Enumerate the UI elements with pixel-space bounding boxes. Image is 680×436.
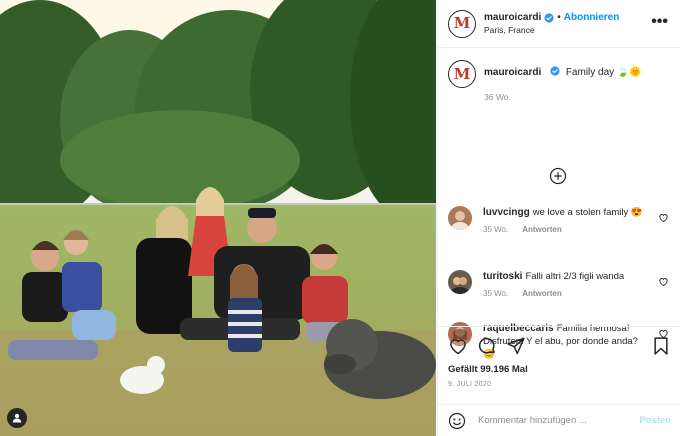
family-photo bbox=[0, 0, 436, 436]
post-side-panel: M mauroicardi • Abonnieren Paris, France… bbox=[437, 0, 680, 436]
comment-heart-icon[interactable] bbox=[658, 276, 669, 287]
comment-icon[interactable] bbox=[477, 336, 497, 356]
likes-count[interactable]: Gefällt 99.196 Mal bbox=[448, 364, 671, 375]
comment-body: turitoski Falli altri 2/3 figli wanda 35 … bbox=[483, 270, 643, 298]
comment-item: turitoski Falli altri 2/3 figli wanda 35 … bbox=[448, 270, 671, 298]
verified-badge-icon bbox=[544, 12, 554, 23]
comment-body: luvvcingg we love a stolen family 😍 35 Wo… bbox=[483, 206, 643, 234]
caption-username[interactable]: mauroicardi bbox=[484, 67, 541, 78]
post-date: 9. JULI 2020 bbox=[448, 381, 492, 388]
comment-text-line: turitoski Falli altri 2/3 figli wanda bbox=[483, 270, 643, 283]
follow-button[interactable]: Abonnieren bbox=[564, 12, 620, 23]
comment-username[interactable]: turitoski bbox=[483, 271, 522, 282]
add-comment-bar: Posten bbox=[438, 404, 680, 436]
action-row bbox=[448, 335, 671, 357]
caption-body: mauroicardi Family day 🍃🌞 36 Wo. bbox=[484, 60, 642, 102]
more-options-icon[interactable]: ••• bbox=[651, 14, 668, 30]
comment-username[interactable]: luvvcingg bbox=[483, 207, 530, 218]
post-header: M mauroicardi • Abonnieren Paris, France… bbox=[438, 0, 680, 48]
header-username[interactable]: mauroicardi bbox=[484, 12, 541, 23]
share-icon[interactable] bbox=[506, 336, 526, 356]
smiley-icon[interactable] bbox=[448, 412, 466, 430]
comment-age: 35 Wo. bbox=[483, 225, 509, 234]
post-comment-button[interactable]: Posten bbox=[639, 415, 671, 426]
avatar[interactable]: M bbox=[448, 9, 476, 38]
comment-age: 35 Wo. bbox=[483, 289, 509, 298]
comments-list: M mauroicardi Family day 🍃🌞 36 Wo. luvvc… bbox=[438, 48, 680, 360]
caption-age: 36 Wo. bbox=[484, 92, 511, 102]
heart-icon[interactable] bbox=[448, 336, 468, 356]
comment-avatar[interactable] bbox=[448, 206, 472, 230]
header-separator: • bbox=[557, 12, 561, 23]
comment-heart-icon[interactable] bbox=[658, 212, 669, 223]
post-photo[interactable] bbox=[0, 0, 436, 436]
caption: M mauroicardi Family day 🍃🌞 36 Wo. bbox=[448, 60, 670, 102]
comment-meta: 35 Wo. Antworten bbox=[483, 289, 643, 298]
reply-button[interactable]: Antworten bbox=[522, 225, 562, 234]
caption-text-line: mauroicardi Family day 🍃🌞 bbox=[484, 66, 642, 78]
verified-badge-icon bbox=[550, 66, 560, 76]
avatar-logo-letter: M bbox=[453, 14, 471, 32]
caption-text: Family day 🍃🌞 bbox=[565, 67, 642, 78]
user-tag-icon[interactable] bbox=[7, 408, 27, 428]
bookmark-icon[interactable] bbox=[651, 336, 671, 356]
comment-text: Falli altri 2/3 figli wanda bbox=[525, 271, 625, 282]
caption-avatar-letter: M bbox=[453, 64, 471, 83]
caption-avatar[interactable]: M bbox=[448, 60, 476, 88]
comment-input[interactable] bbox=[478, 415, 628, 426]
comment-text-line: luvvcingg we love a stolen family 😍 bbox=[483, 206, 643, 219]
comment-item: luvvcingg we love a stolen family 😍 35 Wo… bbox=[448, 206, 671, 234]
reply-button[interactable]: Antworten bbox=[522, 289, 562, 298]
comment-text: we love a stolen family 😍 bbox=[532, 207, 643, 218]
location-link[interactable]: Paris, France bbox=[484, 25, 619, 35]
post-actions: Gefällt 99.196 Mal 9. JULI 2020 bbox=[438, 326, 680, 404]
comment-avatar[interactable] bbox=[448, 270, 472, 294]
comment-meta: 35 Wo. Antworten bbox=[483, 225, 643, 234]
header-text: mauroicardi • Abonnieren Paris, France bbox=[484, 12, 619, 35]
header-line: mauroicardi • Abonnieren bbox=[484, 12, 619, 23]
plus-circle-icon[interactable] bbox=[549, 167, 567, 185]
